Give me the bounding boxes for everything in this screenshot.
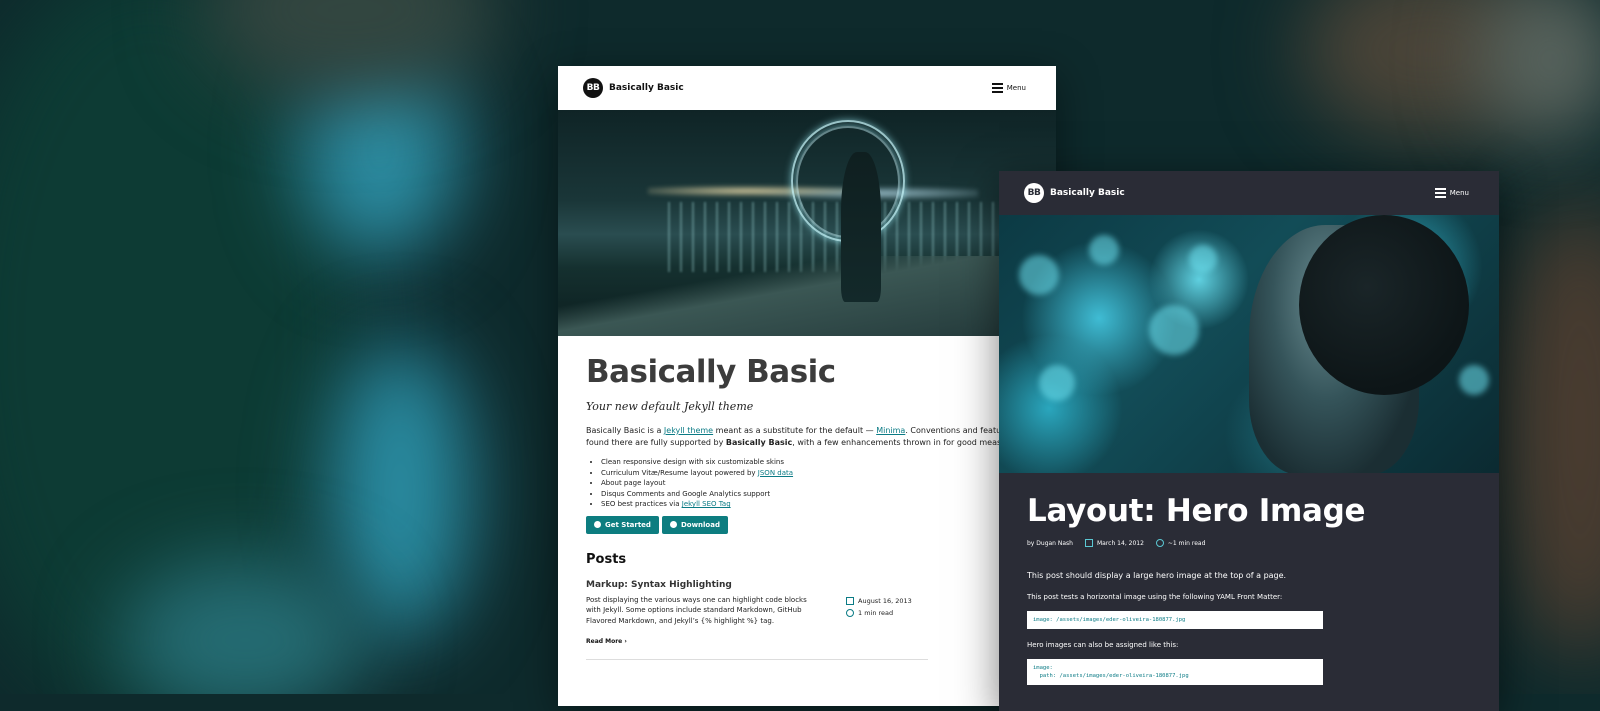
page-subtitle: Your new default Jekyll theme [586, 400, 754, 413]
page-title: Basically Basic [586, 354, 836, 390]
list-item: SEO best practices via Jekyll SEO Tag [601, 499, 1028, 510]
dark-theme-preview: BB Basically Basic Menu Layout: Hero Ima… [999, 171, 1499, 711]
body-paragraph: This post should display a large hero im… [1027, 571, 1287, 580]
hamburger-icon [991, 83, 1003, 93]
intro-paragraph: Basically Basic is a Jekyll theme meant … [586, 426, 1017, 447]
menu-button[interactable]: Menu [991, 83, 1026, 93]
download-button[interactable]: Download [661, 515, 728, 534]
list-item: Disqus Comments and Google Analytics sup… [601, 489, 1028, 500]
json-data-link[interactable]: JSON data [758, 469, 793, 477]
post-byline: by Dugan Nash March 14, 2012 ~1 min read [1027, 539, 1471, 547]
hero-image [999, 215, 1499, 473]
post-meta: August 16, 2013 1 min read [846, 595, 912, 627]
post-title-link[interactable]: Markup: Syntax Highlighting [586, 580, 1028, 590]
menu-label: Menu [1449, 189, 1469, 197]
jekyll-theme-link[interactable]: Jekyll theme [664, 426, 713, 435]
post-read-time: ~1 min read [1167, 539, 1206, 547]
clock-icon [846, 608, 854, 617]
minima-link[interactable]: Minima [876, 426, 905, 435]
post-excerpt: Post displaying the various ways one can… [586, 595, 807, 625]
menu-button[interactable]: Menu [1434, 188, 1469, 198]
body-paragraph: Hero images can also be assigned like th… [1027, 641, 1179, 649]
page-content: Basically Basic Your new default Jekyll … [558, 336, 1056, 660]
site-title: Basically Basic [1050, 188, 1125, 198]
code-block: image: path: /assets/images/eder-oliveir… [1027, 659, 1323, 685]
download-icon [669, 521, 677, 528]
list-item: Curriculum Vitæ/Resume layout powered by… [601, 468, 1028, 479]
page-title: Layout: Hero Image [1027, 493, 1366, 529]
list-item: Clean responsive design with six customi… [601, 457, 1028, 468]
feature-list: Clean responsive design with six customi… [601, 457, 1028, 510]
post-date: March 14, 2012 [1096, 539, 1144, 547]
divider [586, 659, 928, 660]
menu-label: Menu [1006, 84, 1026, 92]
post-author: by Dugan Nash [1027, 539, 1073, 547]
site-logo: BB [583, 78, 603, 98]
page-content: Layout: Hero Image by Dugan Nash March 1… [999, 473, 1499, 711]
posts-heading: Posts [586, 551, 627, 567]
hero-image [558, 110, 1056, 336]
github-icon [594, 521, 601, 528]
site-brand[interactable]: BB Basically Basic [1024, 183, 1125, 203]
post-read-time: 1 min read [858, 608, 894, 617]
clock-icon [1155, 539, 1164, 547]
code-block: image: /assets/images/eder-oliveira-1808… [1027, 611, 1323, 629]
list-item: About page layout [601, 478, 1028, 489]
hamburger-icon [1434, 188, 1446, 198]
get-started-button[interactable]: Get Started [586, 515, 659, 534]
light-theme-preview: BB Basically Basic Menu Basically Basic … [558, 66, 1056, 706]
post-entry: Markup: Syntax Highlighting Post display… [586, 580, 1028, 660]
site-title: Basically Basic [609, 83, 684, 93]
chevron-right-icon: › [624, 638, 627, 645]
read-more-link[interactable]: Read More › [586, 638, 1028, 645]
site-brand[interactable]: BB Basically Basic [583, 78, 684, 98]
calendar-icon [846, 596, 854, 605]
calendar-icon [1084, 539, 1093, 547]
body-paragraph: This post tests a horizontal image using… [1027, 593, 1283, 601]
site-header: BB Basically Basic Menu [558, 66, 1056, 110]
site-logo: BB [1024, 183, 1044, 203]
post-date: August 16, 2013 [858, 596, 912, 605]
jekyll-seo-tag-link[interactable]: Jekyll SEO Tag [682, 500, 731, 508]
site-header: BB Basically Basic Menu [999, 171, 1499, 215]
